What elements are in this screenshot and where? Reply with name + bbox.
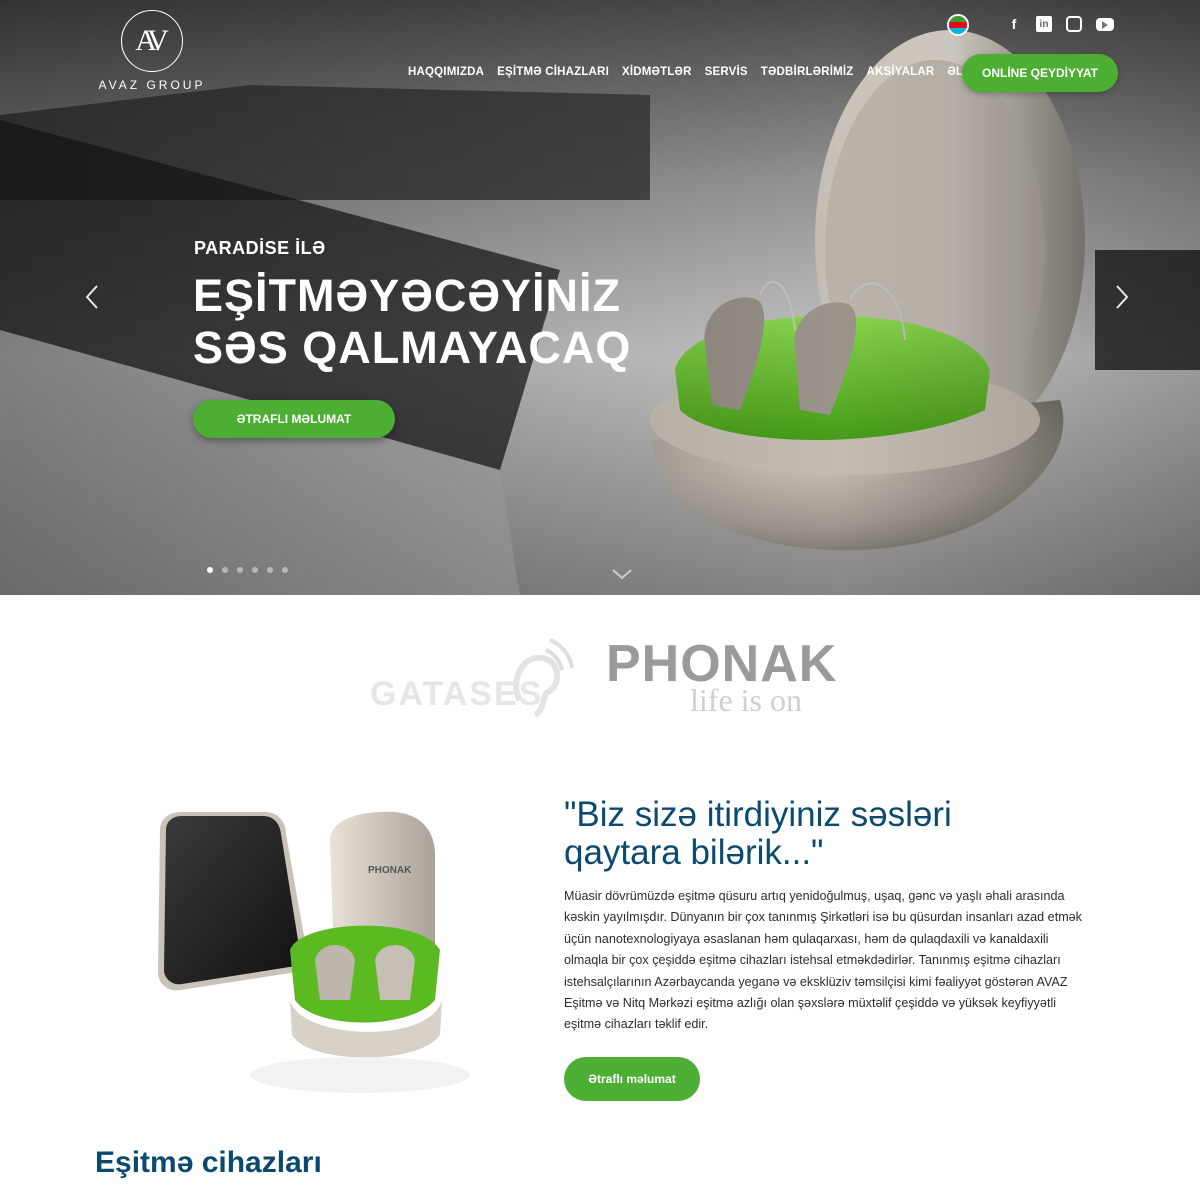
about-more-info-button[interactable]: Ətraflı məlumat — [564, 1057, 700, 1101]
quote-line: "Biz sizə itirdiyiniz səsləri — [564, 795, 952, 834]
quote-line: qaytara bilərik..." — [564, 833, 824, 872]
hero-title-line: EŞİTMƏYƏCƏYİNİZ — [193, 270, 622, 321]
chevron-down-icon[interactable] — [611, 563, 633, 585]
hero-more-info-button[interactable]: ƏTRAFLI MƏLUMAT — [193, 400, 395, 438]
hero-title-line: SƏS QALMAYACAQ — [193, 322, 632, 373]
nav-item-about[interactable]: HAQQIMIZDA — [408, 66, 484, 78]
slider-dot[interactable] — [222, 567, 228, 573]
slider-dot[interactable] — [267, 567, 273, 573]
gatases-logo[interactable]: GATASES — [370, 675, 543, 714]
partner-logos: GATASES PHONAK life is on — [0, 630, 1200, 730]
online-registration-button[interactable]: ONLİNE QEYDİYYAT — [962, 54, 1118, 92]
main-nav: HAQQIMIZDA EŞİTMƏ CİHAZLARI XİDMƏTLƏR SE… — [408, 66, 989, 78]
case-brand-label: PHONAK — [368, 865, 412, 876]
facebook-icon[interactable]: f — [1006, 16, 1022, 32]
hero-subtitle: PARADİSE İLƏ — [194, 238, 326, 258]
nav-item-events[interactable]: TƏDBİRLƏRİMİZ — [761, 66, 854, 78]
slider-pagination — [207, 567, 288, 573]
language-flag-icon[interactable] — [947, 14, 969, 36]
slider-dot[interactable] — [282, 567, 288, 573]
slider-next-icon[interactable] — [1114, 284, 1130, 310]
about-quote: "Biz sizə itirdiyiniz səsləri qaytara bi… — [564, 796, 1124, 872]
hero-title: EŞİTMƏYƏCƏYİNİZ SƏS QALMAYACAQ — [193, 270, 631, 374]
hero-slider: AV AVAZ GROUP f in HAQQIMIZDA EŞİTMƏ CİH… — [0, 0, 1200, 595]
nav-item-promotions[interactable]: AKSİYALAR — [867, 66, 935, 78]
slider-dot[interactable] — [207, 567, 213, 573]
brand-logo[interactable]: AV AVAZ GROUP — [97, 10, 207, 92]
slider-dot[interactable] — [252, 567, 258, 573]
phonak-tagline: life is on — [690, 682, 802, 718]
nav-item-service[interactable]: SERVİS — [705, 66, 748, 78]
slider-dot[interactable] — [237, 567, 243, 573]
slider-prev-icon[interactable] — [84, 284, 100, 310]
youtube-icon[interactable] — [1096, 18, 1114, 31]
logo-mark: AV — [121, 10, 183, 72]
instagram-icon[interactable] — [1066, 16, 1082, 32]
product-image: PHONAK — [158, 811, 470, 1093]
hearing-devices-heading: Eşitmə cihazları — [95, 1146, 322, 1179]
social-links: f in — [1006, 16, 1114, 32]
nav-item-hearing-devices[interactable]: EŞİTMƏ CİHAZLARI — [497, 66, 609, 78]
nav-item-services[interactable]: XİDMƏTLƏR — [622, 66, 692, 78]
linkedin-icon[interactable]: in — [1036, 16, 1052, 32]
about-paragraph: Müasir dövrümüzdə eşitmə qüsuru artıq ye… — [564, 889, 1082, 1032]
logo-text: AVAZ GROUP — [98, 78, 206, 92]
